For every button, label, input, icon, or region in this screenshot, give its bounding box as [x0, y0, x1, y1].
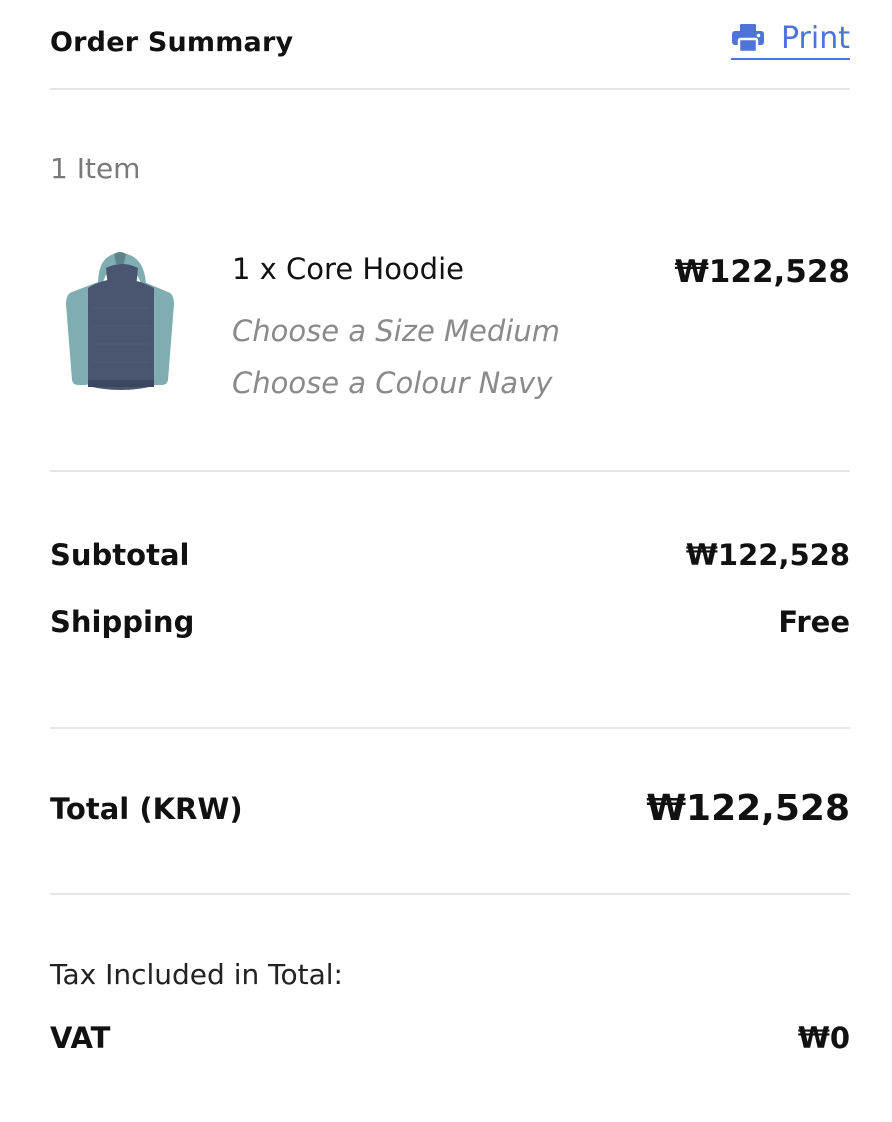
divider: [50, 727, 850, 729]
product-colour-option: Choose a Colour Navy: [232, 366, 553, 400]
subtotal-value: ₩122,528: [685, 538, 850, 572]
hoodie-image: [58, 248, 184, 396]
total-value: ₩122,528: [646, 788, 850, 829]
print-button[interactable]: Print: [730, 18, 850, 60]
tax-heading: Tax Included in Total:: [50, 958, 343, 991]
printer-icon: [731, 23, 765, 53]
divider: [50, 893, 850, 895]
shipping-label: Shipping: [50, 605, 195, 639]
divider: [50, 88, 850, 90]
shipping-value: Free: [778, 605, 850, 639]
item-count: 1 Item: [50, 152, 141, 185]
product-size-option: Choose a Size Medium: [232, 314, 560, 348]
page-title: Order Summary: [50, 26, 294, 58]
divider: [50, 470, 850, 472]
order-summary-panel: Order Summary Print 1 Item 1 x Core Hood…: [0, 0, 892, 1122]
print-label: Print: [780, 20, 850, 56]
product-name: 1 x Core Hoodie: [232, 252, 464, 286]
vat-label: VAT: [50, 1021, 111, 1055]
order-summary-header: Order Summary Print: [50, 18, 850, 62]
product-price: ₩122,528: [674, 254, 850, 290]
subtotal-label: Subtotal: [50, 538, 190, 572]
vat-value: ₩0: [797, 1021, 850, 1055]
total-label: Total (KRW): [50, 792, 243, 826]
